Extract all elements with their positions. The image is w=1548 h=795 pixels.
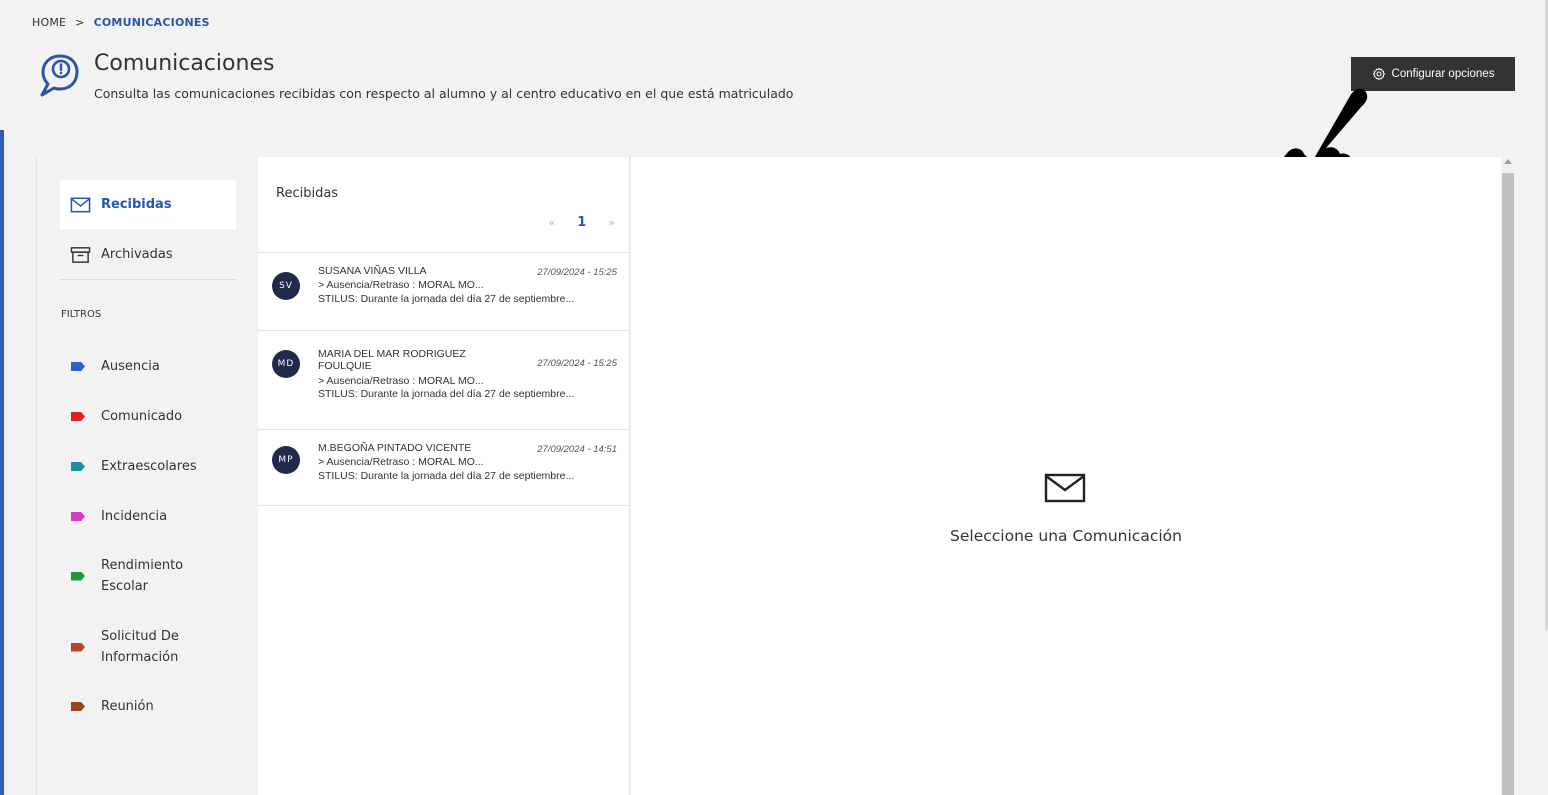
page-subtitle: Consulta las comunicaciones recibidas co…: [94, 86, 794, 101]
gear-icon: [1372, 67, 1385, 81]
tag-icon: [71, 571, 85, 581]
empty-state-message: Seleccione una Comunicación: [950, 527, 1182, 545]
message-preview: STILUS: Durante la jornada del día 27 de…: [318, 470, 575, 482]
configure-options-label: Configurar opciones: [1391, 68, 1495, 80]
message-subject: > Ausencia/Retraso : MORAL MO...: [318, 279, 484, 291]
envelope-icon: [70, 197, 91, 212]
list-title: Recibidas: [276, 186, 339, 201]
pagination: « 1 »: [548, 215, 615, 230]
filter-solicitud-de-informacion[interactable]: Solicitud De Información: [71, 626, 191, 668]
filter-label: Rendimiento Escolar: [101, 558, 184, 594]
sidebar-divider: [60, 279, 236, 280]
message-item[interactable]: MD MARIA DEL MAR RODRIGUEZ FOULQUIE 27/0…: [258, 332, 630, 430]
tag-icon: [71, 642, 85, 652]
filter-comunicado[interactable]: Comunicado: [71, 406, 251, 427]
breadcrumb-home[interactable]: HOME: [32, 16, 66, 29]
message-date: 27/09/2024 - 15:25: [537, 358, 617, 369]
breadcrumb: HOME > COMUNICACIONES: [32, 16, 210, 29]
sidebar: Recibidas Archivadas FILTROS Ausencia Co…: [36, 157, 258, 795]
filter-extraescolares[interactable]: Extraescolares: [71, 456, 251, 477]
filter-label: Comunicado: [101, 409, 183, 424]
tag-icon: [71, 702, 85, 711]
filters-heading: FILTROS: [61, 309, 102, 320]
configure-options-button[interactable]: Configurar opciones: [1351, 57, 1515, 91]
sidebar-item-archivadas[interactable]: Archivadas: [60, 230, 236, 279]
tag-icon: [71, 512, 85, 521]
chat-bubble-alert-icon: [40, 54, 79, 97]
message-date: 27/09/2024 - 14:51: [537, 444, 617, 455]
message-preview: STILUS: Durante la jornada del día 27 de…: [318, 293, 575, 305]
scroll-thumb[interactable]: [1502, 173, 1514, 795]
sidebar-item-recibidas[interactable]: Recibidas: [60, 180, 236, 229]
tag-icon: [71, 462, 85, 471]
message-item[interactable]: MP M.BEGOÑA PINTADO VICENTE 27/09/2024 -…: [258, 431, 630, 506]
filter-label: Ausencia: [101, 359, 160, 374]
breadcrumb-separator: >: [75, 16, 85, 29]
archive-box-icon: [70, 246, 91, 263]
filter-label: Solicitud De Información: [101, 629, 179, 665]
scroll-up-arrow-icon[interactable]: [1504, 159, 1512, 164]
filter-ausencia[interactable]: Ausencia: [71, 356, 251, 377]
pager-next[interactable]: »: [608, 216, 615, 229]
sidebar-item-label: Recibidas: [101, 197, 172, 212]
avatar: MP: [272, 446, 300, 474]
detail-scrollbar[interactable]: [1501, 157, 1515, 795]
message-list-panel: Recibidas « 1 » SV SUSANA VIÑAS VILLA 27…: [258, 157, 630, 795]
page-title: Comunicaciones: [94, 51, 275, 76]
tag-icon: [71, 412, 85, 421]
breadcrumb-current: COMUNICACIONES: [93, 16, 210, 29]
message-sender: M.BEGOÑA PINTADO VICENTE: [318, 442, 472, 454]
avatar: SV: [272, 272, 300, 300]
pager-page[interactable]: 1: [577, 215, 586, 230]
envelope-icon: [1044, 473, 1086, 503]
message-detail-panel: Seleccione una Comunicación: [631, 157, 1501, 795]
filter-label: Reunión: [101, 699, 154, 714]
filter-incidencia[interactable]: Incidencia: [71, 506, 251, 527]
pager-prev[interactable]: «: [548, 216, 555, 229]
message-date: 27/09/2024 - 15:25: [537, 267, 617, 278]
message-subject: > Ausencia/Retraso : MORAL MO...: [318, 375, 484, 387]
message-sender: SUSANA VIÑAS VILLA: [318, 265, 427, 277]
filter-reunion[interactable]: Reunión: [71, 696, 251, 717]
filter-rendimiento-escolar[interactable]: Rendimiento Escolar: [71, 555, 191, 597]
filter-label: Extraescolares: [101, 459, 197, 474]
message-subject: > Ausencia/Retraso : MORAL MO...: [318, 456, 484, 468]
message-preview: STILUS: Durante la jornada del día 27 de…: [318, 388, 575, 400]
avatar: MD: [272, 350, 300, 378]
filter-label: Incidencia: [101, 509, 168, 524]
sidebar-item-label: Archivadas: [101, 247, 173, 262]
message-item[interactable]: SV SUSANA VIÑAS VILLA 27/09/2024 - 15:25…: [258, 253, 630, 331]
tag-icon: [71, 362, 85, 371]
message-sender: MARIA DEL MAR RODRIGUEZ FOULQUIE: [318, 348, 466, 372]
